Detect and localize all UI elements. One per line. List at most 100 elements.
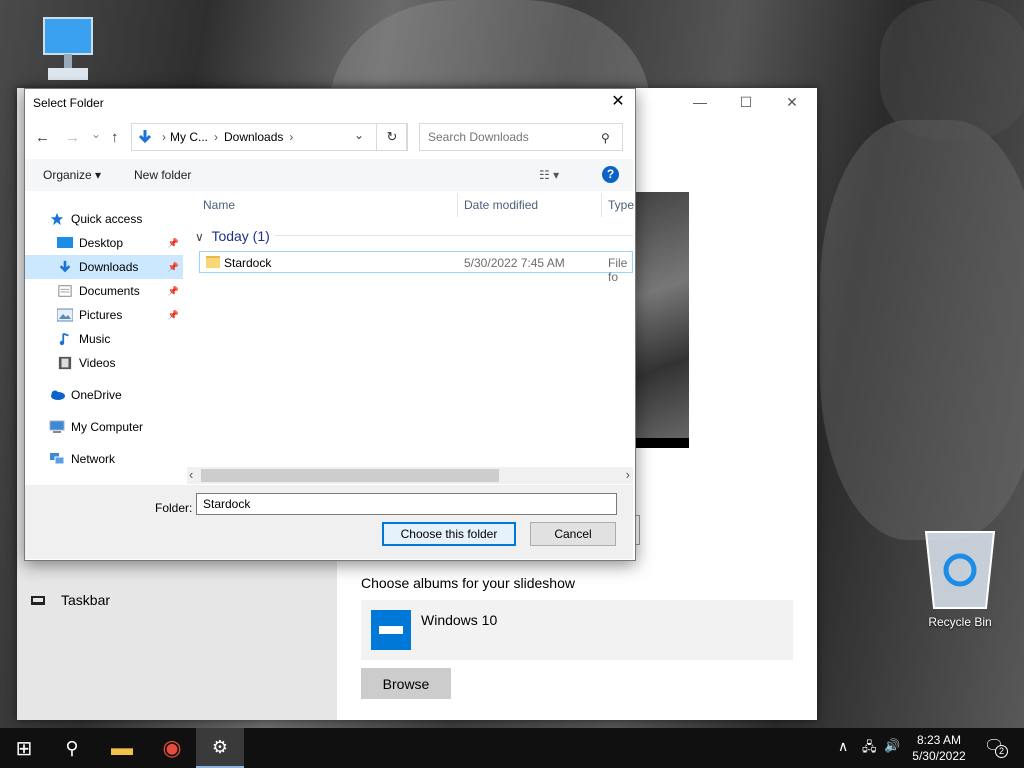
cloud-icon bbox=[51, 390, 65, 400]
taskbar-search-button[interactable]: ⚲ bbox=[48, 728, 96, 768]
download-icon bbox=[59, 260, 71, 273]
cancel-button[interactable]: Cancel bbox=[530, 522, 616, 546]
folder-icon: ▬ bbox=[111, 735, 133, 760]
nav-item-label: Downloads bbox=[79, 260, 139, 274]
help-icon[interactable]: ? bbox=[602, 166, 619, 183]
nav-item-label: Pictures bbox=[79, 308, 123, 322]
nav-item-my-computer[interactable]: My Computer bbox=[25, 415, 183, 439]
scrollbar-thumb[interactable] bbox=[201, 469, 499, 482]
close-button[interactable]: ✕ bbox=[769, 94, 815, 111]
search-icon: ⚲ bbox=[65, 737, 79, 758]
nav-item-label: Documents bbox=[79, 284, 140, 298]
album-item[interactable]: Windows 10 bbox=[361, 600, 793, 660]
organize-menu[interactable]: Organize ▾ bbox=[43, 168, 101, 182]
sidebar-item-taskbar[interactable]: Taskbar bbox=[31, 592, 110, 608]
table-row[interactable]: Stardock 5/30/2022 7:45 AM File fo bbox=[199, 251, 633, 284]
dialog-title: Select Folder bbox=[33, 96, 104, 110]
column-type[interactable]: Type bbox=[608, 198, 634, 212]
nav-item-label: My Computer bbox=[71, 420, 144, 434]
pin-icon: 📌 bbox=[167, 237, 179, 248]
settings-taskbar-button[interactable]: ⚙ bbox=[196, 728, 244, 768]
browse-button[interactable]: Browse bbox=[361, 668, 451, 699]
column-divider[interactable] bbox=[601, 193, 602, 217]
pin-icon: 📌 bbox=[167, 261, 179, 272]
nav-item-label: Music bbox=[79, 332, 111, 346]
start-button[interactable]: ⊞ bbox=[0, 728, 48, 768]
volume-icon[interactable]: 🔊 bbox=[884, 738, 900, 754]
nav-item-onedrive[interactable]: OneDrive bbox=[25, 383, 183, 407]
folder-label: Folder: bbox=[155, 501, 193, 515]
windows-logo-icon: ⊞ bbox=[15, 737, 33, 760]
back-button[interactable]: ← bbox=[35, 129, 50, 146]
recycle-bin-label: Recycle Bin bbox=[928, 615, 992, 629]
pin-icon: 📌 bbox=[167, 309, 179, 320]
row-name: Stardock bbox=[224, 256, 272, 270]
video-icon bbox=[58, 356, 72, 370]
recent-locations-button[interactable]: ⌄ bbox=[91, 127, 101, 141]
breadcrumb-downloads[interactable]: Downloads bbox=[224, 130, 283, 144]
column-name[interactable]: Name bbox=[203, 198, 235, 212]
albums-heading: Choose albums for your slideshow bbox=[361, 575, 575, 591]
chevron-down-icon: ∨ bbox=[195, 230, 204, 244]
column-date-modified[interactable]: Date modified bbox=[464, 198, 538, 212]
breadcrumb-my-computer[interactable]: My C... bbox=[170, 130, 208, 144]
network-icon[interactable]: 🖧 bbox=[862, 738, 877, 760]
refresh-button[interactable]: ↻ bbox=[376, 123, 408, 151]
nav-item-network[interactable]: Network bbox=[25, 447, 183, 471]
navigation-pane: Quick access Desktop 📌 Downloads 📌 Docum… bbox=[25, 193, 183, 483]
nav-item-label: Quick access bbox=[71, 212, 143, 226]
recycle-bin-shortcut[interactable]: Recycle Bin bbox=[920, 524, 1000, 629]
wallpaper-rock bbox=[820, 120, 1024, 540]
minimize-button[interactable]: — bbox=[677, 94, 723, 110]
sidebar-item-label: Taskbar bbox=[61, 592, 111, 608]
maximize-button[interactable]: ☐ bbox=[723, 94, 769, 111]
group-divider bbox=[275, 235, 633, 236]
star-icon bbox=[50, 212, 64, 226]
desktop-computer-icon[interactable] bbox=[28, 14, 108, 87]
dialog-close-button[interactable]: ✕ bbox=[607, 92, 629, 112]
choose-folder-button[interactable]: Choose this folder bbox=[382, 522, 516, 546]
nav-item-videos[interactable]: Videos bbox=[25, 351, 183, 375]
new-folder-button[interactable]: New folder bbox=[134, 168, 191, 182]
recycle-bin-icon bbox=[924, 531, 996, 609]
search-input[interactable] bbox=[419, 123, 623, 151]
nav-item-label: Network bbox=[71, 452, 116, 466]
chrome-button[interactable]: ◉ bbox=[148, 728, 196, 768]
nav-item-quick-access[interactable]: Quick access bbox=[25, 207, 183, 231]
taskbar: ⊞ ⚲ ▬ ◉ ⚙ ∧ 🖧 🔊 8:23 AM 5/30/2022 🗨 2 bbox=[0, 728, 1024, 768]
wallpaper-rock bbox=[880, 0, 1024, 140]
folder-name-input[interactable] bbox=[196, 493, 617, 515]
breadcrumb-separator: › bbox=[214, 130, 218, 144]
nav-item-documents[interactable]: Documents 📌 bbox=[25, 279, 183, 303]
row-type: File fo bbox=[608, 256, 628, 284]
scroll-left-icon[interactable]: ‹ bbox=[189, 467, 193, 482]
action-center-button[interactable]: 🗨 2 bbox=[984, 736, 1008, 758]
file-explorer-button[interactable]: ▬ bbox=[98, 728, 146, 768]
forward-button[interactable]: → bbox=[65, 129, 80, 146]
monitor-icon bbox=[43, 17, 93, 80]
picture-icon bbox=[57, 308, 73, 322]
album-name: Windows 10 bbox=[421, 612, 498, 628]
network-icon bbox=[50, 453, 65, 465]
clock[interactable]: 8:23 AM 5/30/2022 bbox=[904, 732, 974, 764]
nav-item-label: Videos bbox=[79, 356, 116, 370]
up-button[interactable]: ↑ bbox=[111, 129, 119, 146]
scroll-right-icon[interactable]: › bbox=[626, 467, 630, 482]
address-bar[interactable]: › My C... › Downloads › ⌄ bbox=[131, 123, 407, 151]
group-header-today[interactable]: ∨ Today (1) bbox=[195, 228, 270, 244]
tray-chevron-up-icon[interactable]: ∧ bbox=[838, 738, 848, 755]
horizontal-scrollbar[interactable]: ‹ › bbox=[187, 467, 633, 484]
view-options-button[interactable]: ☷ ▾ bbox=[539, 168, 559, 182]
breadcrumb-separator: › bbox=[289, 130, 294, 144]
clock-time: 8:23 AM bbox=[916, 733, 962, 747]
nav-item-music[interactable]: Music bbox=[25, 327, 183, 351]
desktop-icon bbox=[57, 237, 73, 248]
nav-item-desktop[interactable]: Desktop 📌 bbox=[25, 231, 183, 255]
pin-icon: 📌 bbox=[167, 285, 179, 296]
nav-item-downloads[interactable]: Downloads 📌 bbox=[25, 255, 183, 279]
nav-item-pictures[interactable]: Pictures 📌 bbox=[25, 303, 183, 327]
select-folder-dialog: Select Folder ✕ ← → ⌄ ↑ › My C... › Down… bbox=[24, 88, 636, 561]
download-arrow-icon bbox=[138, 130, 152, 144]
column-divider[interactable] bbox=[457, 193, 458, 217]
address-dropdown-icon[interactable]: ⌄ bbox=[354, 128, 364, 142]
